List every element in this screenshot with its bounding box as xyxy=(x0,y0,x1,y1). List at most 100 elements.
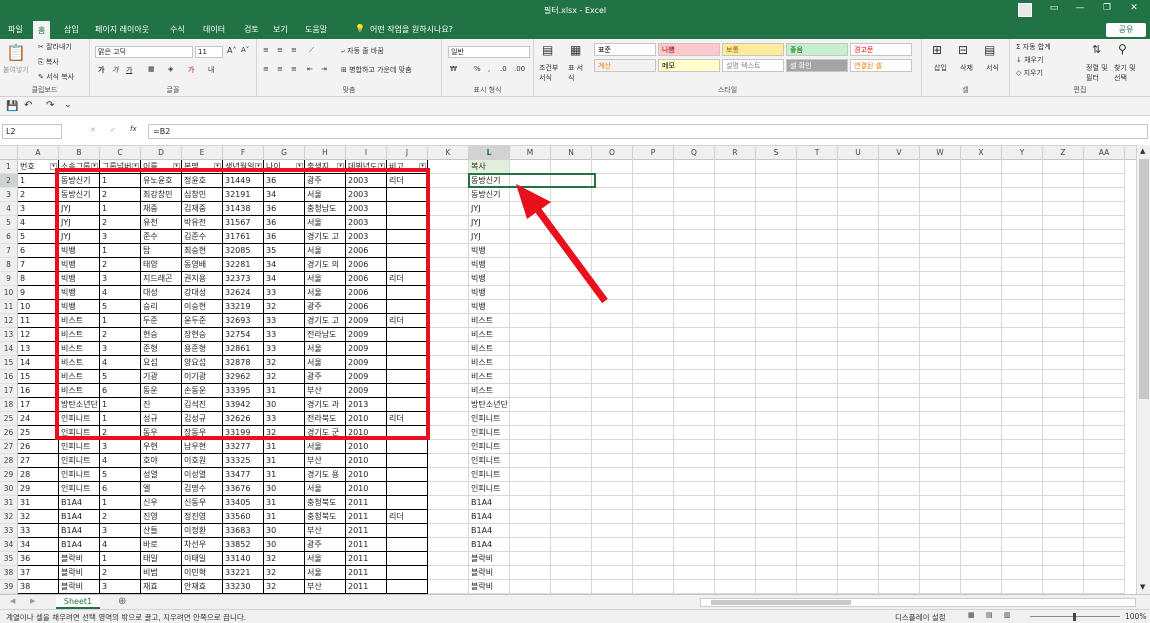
table-cell[interactable] xyxy=(1084,538,1125,552)
table-cell[interactable] xyxy=(715,244,756,258)
table-cell[interactable] xyxy=(920,202,961,216)
table-cell[interactable] xyxy=(592,300,633,314)
row-header[interactable]: 12 xyxy=(0,314,18,328)
table-cell[interactable] xyxy=(1084,566,1125,580)
table-cell[interactable] xyxy=(961,230,1002,244)
column-header[interactable]: C xyxy=(100,146,141,160)
table-format-button[interactable]: 표 서식 xyxy=(568,63,588,83)
table-cell[interactable] xyxy=(387,566,428,580)
table-cell[interactable]: 서울 xyxy=(305,482,346,496)
page-layout-view-icon[interactable]: ▤ xyxy=(986,611,993,619)
table-cell[interactable] xyxy=(879,160,920,174)
table-cell[interactable]: 29 xyxy=(18,482,59,496)
table-cell[interactable] xyxy=(756,482,797,496)
table-cell[interactable] xyxy=(797,328,838,342)
table-cell[interactable]: 블락비 xyxy=(59,580,100,594)
table-cell[interactable]: 3 xyxy=(100,440,141,454)
table-cell[interactable] xyxy=(920,230,961,244)
table-cell[interactable] xyxy=(1002,342,1043,356)
table-cell[interactable] xyxy=(920,188,961,202)
row-header[interactable]: 6 xyxy=(0,230,18,244)
table-cell[interactable] xyxy=(674,496,715,510)
table-cell[interactable] xyxy=(756,454,797,468)
table-cell[interactable] xyxy=(838,580,879,594)
table-cell[interactable] xyxy=(674,412,715,426)
cell-style-6[interactable]: 메모 xyxy=(658,59,720,72)
table-cell[interactable]: 비범 xyxy=(141,566,182,580)
fill-button[interactable]: ↓ 채우기 xyxy=(1016,55,1043,65)
column-header[interactable]: A xyxy=(18,146,59,160)
table-cell[interactable] xyxy=(428,370,469,384)
table-cell[interactable] xyxy=(551,412,592,426)
table-cell[interactable] xyxy=(961,286,1002,300)
row-header[interactable]: 31 xyxy=(0,496,18,510)
table-cell[interactable] xyxy=(879,370,920,384)
cell-style-4[interactable]: 경고문 xyxy=(850,43,912,56)
ribbon-display-icon[interactable]: ▭ xyxy=(1044,3,1064,13)
sort-filter-icon[interactable]: ⇅ xyxy=(1092,43,1101,56)
table-cell[interactable] xyxy=(838,314,879,328)
table-cell[interactable] xyxy=(920,440,961,454)
table-cell[interactable] xyxy=(1002,160,1043,174)
table-cell[interactable] xyxy=(961,188,1002,202)
table-cell[interactable] xyxy=(510,398,551,412)
table-cell[interactable] xyxy=(756,398,797,412)
table-cell[interactable] xyxy=(961,328,1002,342)
table-format-icon[interactable]: ▦ xyxy=(570,43,581,57)
table-cell[interactable]: 33405 xyxy=(223,496,264,510)
copied-cell[interactable]: 방탄소년단 xyxy=(469,398,510,412)
table-cell[interactable] xyxy=(510,412,551,426)
table-cell[interactable] xyxy=(592,160,633,174)
tell-me-search[interactable]: 어떤 작업을 원하시나요? xyxy=(370,24,453,35)
table-cell[interactable]: 28 xyxy=(18,468,59,482)
table-cell[interactable] xyxy=(715,258,756,272)
table-cell[interactable] xyxy=(715,286,756,300)
table-cell[interactable]: 33325 xyxy=(223,454,264,468)
table-cell[interactable] xyxy=(838,538,879,552)
column-header[interactable]: S xyxy=(756,146,797,160)
table-cell[interactable]: 30 xyxy=(264,538,305,552)
table-cell[interactable] xyxy=(879,580,920,594)
tab-view[interactable]: 보기 xyxy=(273,24,288,35)
table-cell[interactable] xyxy=(879,538,920,552)
table-cell[interactable] xyxy=(1043,524,1084,538)
table-cell[interactable] xyxy=(510,286,551,300)
table-cell[interactable] xyxy=(633,160,674,174)
table-cell[interactable]: 33140 xyxy=(223,552,264,566)
table-cell[interactable] xyxy=(592,468,633,482)
table-cell[interactable] xyxy=(715,384,756,398)
table-cell[interactable] xyxy=(961,398,1002,412)
row-header[interactable]: 10 xyxy=(0,286,18,300)
table-cell[interactable] xyxy=(551,370,592,384)
table-cell[interactable] xyxy=(1002,300,1043,314)
table-cell[interactable] xyxy=(633,468,674,482)
table-cell[interactable] xyxy=(633,300,674,314)
table-cell[interactable] xyxy=(428,580,469,594)
table-cell[interactable] xyxy=(715,202,756,216)
grow-font-icon[interactable]: A˄ xyxy=(227,46,236,55)
table-cell[interactable] xyxy=(797,272,838,286)
table-cell[interactable] xyxy=(1084,496,1125,510)
row-header[interactable]: 26 xyxy=(0,426,18,440)
cell-style-0[interactable]: 표준 xyxy=(594,43,656,56)
table-cell[interactable] xyxy=(592,398,633,412)
table-cell[interactable] xyxy=(715,440,756,454)
table-cell[interactable]: 27 xyxy=(18,454,59,468)
table-cell[interactable] xyxy=(633,524,674,538)
table-cell[interactable] xyxy=(428,440,469,454)
table-cell[interactable] xyxy=(510,566,551,580)
table-cell[interactable]: 5 xyxy=(18,230,59,244)
table-cell[interactable]: 3 xyxy=(100,580,141,594)
table-cell[interactable] xyxy=(838,370,879,384)
table-cell[interactable] xyxy=(715,272,756,286)
row-header[interactable]: 33 xyxy=(0,524,18,538)
table-cell[interactable] xyxy=(1002,202,1043,216)
table-cell[interactable] xyxy=(510,496,551,510)
table-cell[interactable] xyxy=(756,384,797,398)
table-cell[interactable] xyxy=(879,272,920,286)
table-cell[interactable] xyxy=(756,580,797,594)
table-cell[interactable] xyxy=(633,342,674,356)
tab-help[interactable]: 도움말 xyxy=(305,24,327,35)
table-cell[interactable] xyxy=(592,370,633,384)
table-cell[interactable] xyxy=(428,342,469,356)
